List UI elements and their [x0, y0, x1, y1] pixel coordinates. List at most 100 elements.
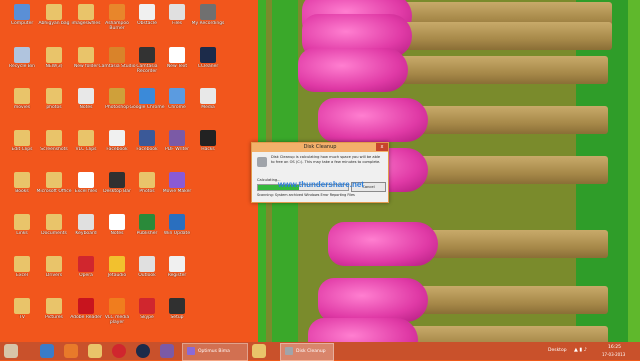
desktop-icon[interactable]: Abhigyan bag — [37, 2, 71, 38]
app-icon — [139, 214, 155, 230]
desktop-icon[interactable]: Opera — [69, 254, 103, 290]
desktop-icon[interactable]: New folder — [69, 45, 103, 81]
app-icon — [46, 256, 62, 272]
desktop-icon[interactable]: VLC media player — [100, 296, 134, 332]
app-icon — [139, 47, 155, 63]
desktop-icon[interactable]: Notes — [69, 86, 103, 122]
desktop-icon[interactable]: VLC Clips — [69, 128, 103, 164]
close-button[interactable]: x — [376, 143, 388, 151]
desktop-icon[interactable]: New Text — [160, 45, 194, 81]
desktop-icon[interactable]: Excel files — [69, 170, 103, 206]
desktop-icon-label: My Recordings — [191, 21, 225, 26]
app-icon — [14, 172, 30, 188]
desktop-icon-label: CCleaner — [197, 64, 219, 69]
app-icon — [109, 256, 125, 272]
desktop-icon[interactable]: Microsoft Office — [36, 170, 72, 206]
taskbar-task-disk-cleanup[interactable]: Disk Cleanup — [280, 343, 334, 361]
desktop-icon[interactable]: Media — [191, 86, 225, 122]
scanning-status: Scanning: System archived Windows Error … — [257, 193, 355, 197]
app-icon — [46, 47, 62, 63]
desktop-icon[interactable]: Camtasia Recorder — [130, 45, 164, 81]
app-icon — [78, 130, 94, 146]
desktop-icon[interactable]: Jetaudio — [100, 254, 134, 290]
desktop-icon[interactable]: Books — [5, 170, 39, 206]
app-icon — [78, 4, 94, 20]
desktop-icon[interactable]: Facebook — [100, 128, 134, 164]
app-icon — [187, 346, 195, 355]
desktop-icon[interactable]: My Recordings — [191, 2, 225, 38]
desktop-icon[interactable]: TV — [5, 296, 39, 332]
app-icon — [169, 172, 185, 188]
app-icon — [169, 214, 185, 230]
app-icon — [109, 88, 125, 104]
clock-date[interactable]: 17-03-2013 — [602, 352, 625, 357]
desktop-icon[interactable]: Photoshop — [100, 86, 134, 122]
desktop-icon[interactable]: Documents — [37, 212, 71, 248]
clock-time[interactable]: 16:25 — [608, 345, 621, 350]
firefox-icon[interactable] — [64, 344, 78, 358]
dialog-title[interactable]: Disk Cleanup — [252, 143, 388, 152]
app-icon — [200, 47, 216, 63]
desktop-icon[interactable]: Setup — [160, 296, 194, 332]
app-icon — [200, 4, 216, 20]
desktop-icon[interactable]: Drivers — [37, 254, 71, 290]
app-icon — [109, 47, 125, 63]
app-icon — [169, 47, 185, 63]
desktop-icon[interactable]: Edit Clips — [5, 128, 39, 164]
app-icon — [200, 88, 216, 104]
desktop-icon[interactable]: Movie Maker — [160, 170, 194, 206]
app-icon — [78, 47, 94, 63]
ccleaner-icon[interactable] — [136, 344, 150, 358]
desktop-icon[interactable]: Desktop Bar — [100, 170, 134, 206]
app-icon — [14, 4, 30, 20]
media-icon[interactable] — [160, 344, 174, 358]
desktop-icon[interactable]: Chrome — [160, 86, 194, 122]
app-icon — [46, 130, 62, 146]
desktop-icon[interactable]: Publisher — [130, 212, 164, 248]
desktop-icon[interactable]: NEW(3) — [37, 45, 71, 81]
desktop-icon[interactable]: movies — [5, 86, 39, 122]
desktop-icon[interactable]: Notes — [100, 212, 134, 248]
desktop-icon[interactable]: Adobe Reader — [69, 296, 103, 332]
desktop-icon[interactable]: Skype — [130, 296, 164, 332]
taskbar-task-optimus[interactable]: Optimus Bima — [182, 343, 248, 361]
desktop-icon[interactable]: Obstacle — [130, 2, 164, 38]
desktop-icon[interactable]: photos — [37, 86, 71, 122]
desktop-icon[interactable]: Links — [5, 212, 39, 248]
desktop-icon[interactable]: Files — [160, 2, 194, 38]
desktop-icon[interactable]: Keyboard — [69, 212, 103, 248]
desktop-icon[interactable]: Excel — [5, 254, 39, 290]
desktop-icon-label: Win Update — [163, 231, 191, 236]
ie-icon[interactable] — [40, 344, 54, 358]
desktop-icon[interactable]: Facebook — [130, 128, 164, 164]
folder-icon[interactable] — [252, 344, 266, 358]
app-icon — [139, 172, 155, 188]
app-icon — [169, 256, 185, 272]
app-icon — [46, 4, 62, 20]
tray-icons[interactable]: ▲ ▮ ♪ — [574, 347, 587, 353]
app-icon — [78, 256, 94, 272]
desktop-icon[interactable]: CCleaner — [191, 45, 225, 81]
desktop-icon[interactable]: Ashampoo Burner — [100, 2, 134, 38]
app-icon — [78, 88, 94, 104]
desktop-icon[interactable]: images&files — [69, 2, 103, 38]
desktop-icon[interactable]: Pictures — [37, 296, 71, 332]
desktop-icon[interactable]: Recycle Bin — [5, 45, 39, 81]
desktop-icon[interactable]: Win Update — [160, 212, 194, 248]
desktop-icon[interactable]: Computer — [5, 2, 39, 38]
app-icon — [139, 298, 155, 314]
desktop-icon[interactable]: Hacks — [191, 128, 225, 164]
opera-icon[interactable] — [112, 344, 126, 358]
desktop-icon[interactable]: Outlook — [130, 254, 164, 290]
desktop-icon[interactable]: Register — [160, 254, 194, 290]
app-icon — [78, 298, 94, 314]
desktop-icon[interactable]: Google Chrome — [130, 86, 164, 122]
desktop-icon[interactable]: PDF Writer — [160, 128, 194, 164]
explorer-icon[interactable] — [88, 344, 102, 358]
app-icon — [139, 88, 155, 104]
desktop-toolbar-label[interactable]: Desktop — [548, 348, 567, 353]
desktop-icon[interactable]: Photos — [130, 170, 164, 206]
desktop-icon[interactable]: Screenshots — [37, 128, 71, 164]
desktop-icon[interactable]: Camtasia Studio — [99, 45, 135, 81]
start-orb-icon[interactable] — [4, 344, 18, 358]
